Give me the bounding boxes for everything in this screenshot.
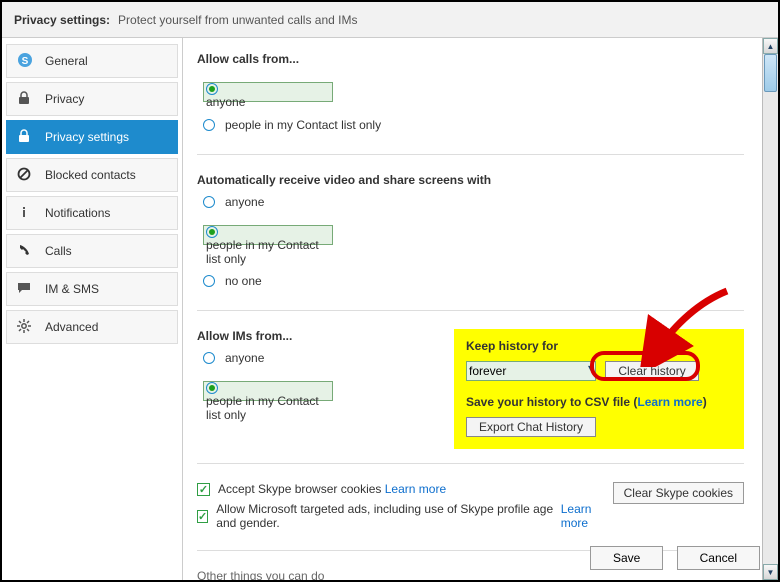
header-title: Privacy settings: xyxy=(14,13,110,27)
radio-calls-contacts[interactable]: people in my Contact list only xyxy=(203,118,744,132)
header-subtitle: Protect yourself from unwanted calls and… xyxy=(118,13,357,27)
radio-label: people in my Contact list only xyxy=(225,118,381,132)
radio-calls-anyone[interactable]: anyone xyxy=(203,82,333,102)
sidebar-item-calls[interactable]: Calls xyxy=(6,234,178,268)
scrollbar[interactable]: ▲ ▼ xyxy=(762,38,778,580)
options-window: Privacy settings: Protect yourself from … xyxy=(0,0,780,582)
save-csv-label: Save your history to CSV file (Learn mor… xyxy=(466,395,732,409)
section-allow-calls: Allow calls from... anyone people in my … xyxy=(197,52,744,155)
export-chat-history-button[interactable]: Export Chat History xyxy=(466,417,596,437)
sidebar-item-label: Privacy xyxy=(45,92,84,106)
radio-ims-anyone[interactable]: anyone xyxy=(203,351,454,365)
chat-icon xyxy=(17,281,35,298)
info-icon xyxy=(17,205,35,222)
radio-dot-icon xyxy=(203,275,215,287)
clear-history-button[interactable]: Clear history xyxy=(605,361,698,381)
check-icon: ✓ xyxy=(197,510,208,523)
radio-dot-icon xyxy=(203,119,215,131)
sidebar-item-general[interactable]: S General xyxy=(6,44,178,78)
radio-dot-icon xyxy=(203,196,215,208)
history-duration-select[interactable]: forever xyxy=(466,361,596,381)
section-title: Allow calls from... xyxy=(197,52,744,66)
radio-video-noone[interactable]: no one xyxy=(203,274,744,288)
radio-dot-icon xyxy=(203,352,215,364)
learn-more-link[interactable]: Learn more xyxy=(637,395,702,409)
skype-icon: S xyxy=(17,52,35,71)
history-panel: Keep history for forever Clear history S… xyxy=(454,329,744,449)
footer-buttons: Save Cancel xyxy=(580,546,760,570)
sidebar-item-label: General xyxy=(45,54,88,68)
sidebar-item-label: Notifications xyxy=(45,206,110,220)
sidebar-item-advanced[interactable]: Advanced xyxy=(6,310,178,344)
block-icon xyxy=(17,167,35,184)
lock-icon xyxy=(17,91,35,108)
sidebar-item-privacy[interactable]: Privacy xyxy=(6,82,178,116)
content-pane: Allow calls from... anyone people in my … xyxy=(182,38,778,580)
sidebar-item-privacy-settings[interactable]: Privacy settings xyxy=(6,120,178,154)
lock-icon xyxy=(17,129,35,146)
clear-cookies-button[interactable]: Clear Skype cookies xyxy=(613,482,744,504)
other-title: Other things you can do xyxy=(197,569,744,580)
radio-label: people in my Contact list only xyxy=(206,394,319,422)
scroll-down-icon[interactable]: ▼ xyxy=(763,564,778,580)
gear-icon xyxy=(17,319,35,336)
scroll-thumb[interactable] xyxy=(764,54,777,92)
section-title: Automatically receive video and share sc… xyxy=(197,173,744,187)
sidebar: S General Privacy Privacy settings Block… xyxy=(2,38,182,580)
save-button[interactable]: Save xyxy=(590,546,663,570)
sidebar-item-blocked[interactable]: Blocked contacts xyxy=(6,158,178,192)
radio-label: no one xyxy=(225,274,262,288)
learn-more-link[interactable]: Learn more xyxy=(385,482,446,496)
sidebar-item-label: IM & SMS xyxy=(45,282,99,296)
sidebar-item-label: Calls xyxy=(45,244,72,258)
checkbox-cookies[interactable]: ✓ Accept Skype browser cookies Learn mor… xyxy=(197,482,613,496)
phone-icon xyxy=(17,243,35,260)
section-title: Allow IMs from... xyxy=(197,329,454,343)
sidebar-item-label: Privacy settings xyxy=(45,130,129,144)
learn-more-link[interactable]: Learn more xyxy=(561,502,613,530)
radio-dot-icon xyxy=(206,83,218,95)
radio-dot-icon xyxy=(206,382,218,394)
section-other: Other things you can do ? Learn more abo… xyxy=(197,569,744,580)
radio-label: anyone xyxy=(225,195,264,209)
section-video: Automatically receive video and share sc… xyxy=(197,173,744,311)
radio-dot-icon xyxy=(206,226,218,238)
check-icon: ✓ xyxy=(197,483,210,496)
svg-text:S: S xyxy=(22,56,29,67)
page-header: Privacy settings: Protect yourself from … xyxy=(2,2,778,38)
section-ims-history: Allow IMs from... anyone people in my Co… xyxy=(197,329,744,464)
radio-video-contacts[interactable]: people in my Contact list only xyxy=(203,225,333,245)
radio-label: anyone xyxy=(225,351,264,365)
checkbox-label: Allow Microsoft targeted ads, including … xyxy=(216,502,557,530)
checkbox-label: Accept Skype browser cookies xyxy=(218,482,381,496)
sidebar-item-notifications[interactable]: Notifications xyxy=(6,196,178,230)
sidebar-item-im-sms[interactable]: IM & SMS xyxy=(6,272,178,306)
cancel-button[interactable]: Cancel xyxy=(677,546,760,570)
radio-video-anyone[interactable]: anyone xyxy=(203,195,744,209)
sidebar-item-label: Advanced xyxy=(45,320,98,334)
radio-label: people in my Contact list only xyxy=(206,238,319,266)
radio-label: anyone xyxy=(206,95,245,109)
keep-history-label: Keep history for xyxy=(466,339,732,353)
scroll-up-icon[interactable]: ▲ xyxy=(763,38,778,54)
checkbox-targeted-ads[interactable]: ✓ Allow Microsoft targeted ads, includin… xyxy=(197,502,613,530)
sidebar-item-label: Blocked contacts xyxy=(45,168,136,182)
radio-ims-contacts[interactable]: people in my Contact list only xyxy=(203,381,333,401)
section-cookies-ads: Clear Skype cookies ✓ Accept Skype brows… xyxy=(197,482,744,551)
